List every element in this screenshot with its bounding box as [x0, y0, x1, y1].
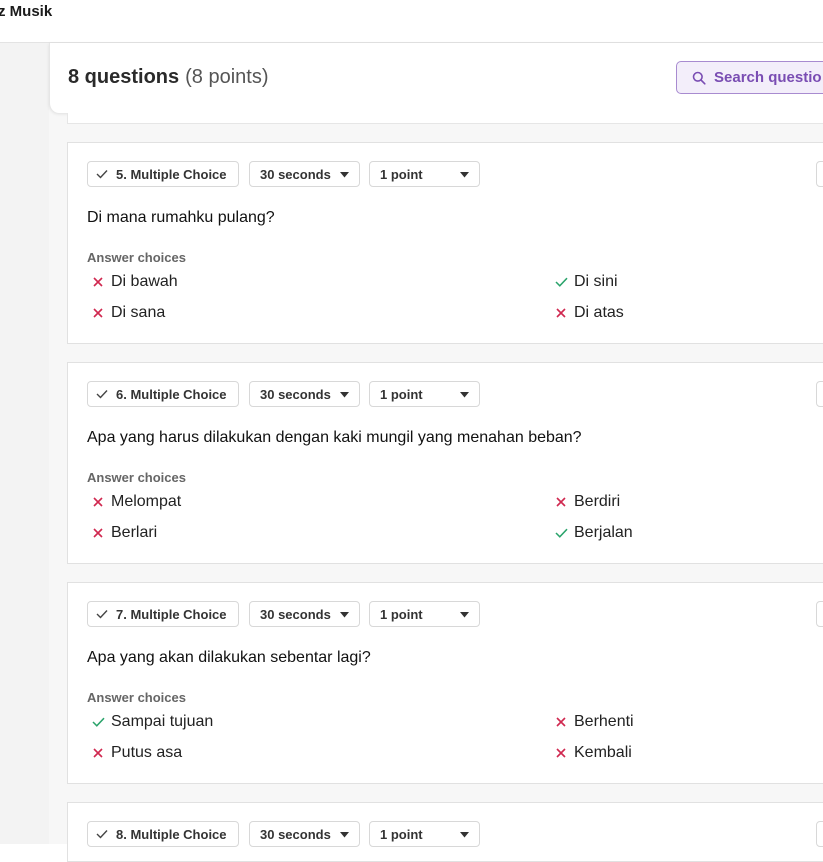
question-type-button[interactable]: 8. Multiple Choice	[87, 821, 239, 847]
answer-choice: Di atas	[554, 304, 624, 322]
cross-icon	[554, 308, 568, 318]
search-icon	[692, 71, 706, 85]
answer-choice-text: Berlari	[111, 524, 158, 541]
time-limit-dropdown[interactable]: 30 seconds	[249, 601, 360, 627]
question-options-button[interactable]	[816, 821, 823, 847]
caret-down-icon	[340, 832, 349, 838]
question-text: Apa yang akan dilakukan sebentar lagi?	[87, 649, 371, 666]
check-icon	[96, 830, 108, 839]
answer-choice-text: Di sini	[574, 273, 618, 290]
answer-choice-text: Melompat	[111, 493, 182, 510]
caret-down-icon	[340, 172, 349, 178]
question-card: 8. Multiple Choice 30 seconds 1 point	[67, 802, 823, 862]
check-icon	[91, 717, 105, 727]
cross-icon	[91, 497, 105, 507]
answer-choice-text: Kembali	[574, 744, 632, 761]
question-card: 6. Multiple Choice 30 seconds 1 point Ap…	[67, 362, 823, 564]
question-type-button[interactable]: 6. Multiple Choice	[87, 381, 239, 407]
search-questions-button[interactable]: Search questio	[676, 61, 823, 94]
answer-choice: Putus asa	[91, 744, 182, 762]
cross-icon	[554, 748, 568, 758]
left-sidebar	[0, 43, 49, 844]
question-type-label: 6. Multiple Choice	[116, 386, 227, 402]
check-icon	[96, 170, 108, 179]
cross-icon	[554, 717, 568, 727]
question-text: Di mana rumahku pulang?	[87, 209, 275, 226]
question-type-label: 5. Multiple Choice	[116, 166, 227, 182]
points-label: 1 point	[380, 826, 423, 842]
question-text: Apa yang harus dilakukan dengan kaki mun…	[87, 429, 582, 446]
time-limit-label: 30 seconds	[260, 606, 331, 622]
cross-icon	[91, 277, 105, 287]
cross-icon	[91, 748, 105, 758]
check-icon	[554, 528, 568, 538]
answer-choice-text: Di bawah	[111, 273, 178, 290]
quiz-title: z Musik	[0, 3, 53, 20]
question-type-label: 7. Multiple Choice	[116, 606, 227, 622]
cross-icon	[554, 497, 568, 507]
time-limit-dropdown[interactable]: 30 seconds	[249, 821, 360, 847]
answer-choice-text: Berjalan	[574, 524, 633, 541]
points-dropdown[interactable]: 1 point	[369, 821, 480, 847]
previous-card-edge	[67, 113, 823, 124]
points-label: 1 point	[380, 386, 423, 402]
answer-choice: Berjalan	[554, 524, 633, 542]
questions-summary-card: 8 questions (8 points) Search questio	[49, 43, 823, 113]
question-options-button[interactable]	[816, 601, 823, 627]
caret-down-icon	[340, 392, 349, 398]
answer-choice-text: Sampai tujuan	[111, 713, 214, 730]
answer-choice: Di bawah	[91, 273, 178, 291]
points-label: 1 point	[380, 166, 423, 182]
question-type-label: 8. Multiple Choice	[116, 826, 227, 842]
question-options-button[interactable]	[816, 381, 823, 407]
time-limit-label: 30 seconds	[260, 826, 331, 842]
points-dropdown[interactable]: 1 point	[369, 601, 480, 627]
points-dropdown[interactable]: 1 point	[369, 161, 480, 187]
questions-points-label: (8 points)	[185, 66, 269, 88]
caret-down-icon	[340, 612, 349, 618]
answer-choice: Di sini	[554, 273, 618, 291]
answer-choice: Berdiri	[554, 493, 620, 511]
question-type-button[interactable]: 7. Multiple Choice	[87, 601, 239, 627]
check-icon	[96, 610, 108, 619]
answer-choice-text: Berdiri	[574, 493, 621, 510]
answer-choice-text: Berhenti	[574, 713, 634, 730]
answer-choice: Berhenti	[554, 713, 634, 731]
answer-choice: Sampai tujuan	[91, 713, 213, 731]
caret-down-icon	[460, 832, 469, 838]
caret-down-icon	[460, 172, 469, 178]
question-card: 5. Multiple Choice 30 seconds 1 point Di…	[67, 142, 823, 344]
answer-choice-text: Di atas	[574, 304, 624, 321]
answer-choice: Di sana	[91, 304, 165, 322]
answer-choice: Kembali	[554, 744, 632, 762]
answer-choice-text: Putus asa	[111, 744, 183, 761]
question-type-button[interactable]: 5. Multiple Choice	[87, 161, 239, 187]
answer-choice-text: Di sana	[111, 304, 166, 321]
search-button-label: Search questio	[714, 69, 822, 86]
time-limit-dropdown[interactable]: 30 seconds	[249, 161, 360, 187]
cross-icon	[91, 308, 105, 318]
top-bar: z Musik	[0, 0, 823, 43]
questions-count-label: 8 questions	[68, 66, 180, 88]
question-card: 7. Multiple Choice 30 seconds 1 point Ap…	[67, 582, 823, 784]
answer-choices-label: Answer choices	[87, 690, 186, 705]
points-label: 1 point	[380, 606, 423, 622]
time-limit-dropdown[interactable]: 30 seconds	[249, 381, 360, 407]
points-dropdown[interactable]: 1 point	[369, 381, 480, 407]
questions-count: 8 questions (8 points)	[68, 66, 269, 89]
caret-down-icon	[460, 392, 469, 398]
check-icon	[96, 390, 108, 399]
caret-down-icon	[460, 612, 469, 618]
answer-choice: Berlari	[91, 524, 157, 542]
answer-choice: Melompat	[91, 493, 181, 511]
time-limit-label: 30 seconds	[260, 386, 331, 402]
cross-icon	[91, 528, 105, 538]
answer-choices-label: Answer choices	[87, 250, 186, 265]
question-options-button[interactable]	[816, 161, 823, 187]
check-icon	[554, 277, 568, 287]
answer-choices-label: Answer choices	[87, 470, 186, 485]
time-limit-label: 30 seconds	[260, 166, 331, 182]
